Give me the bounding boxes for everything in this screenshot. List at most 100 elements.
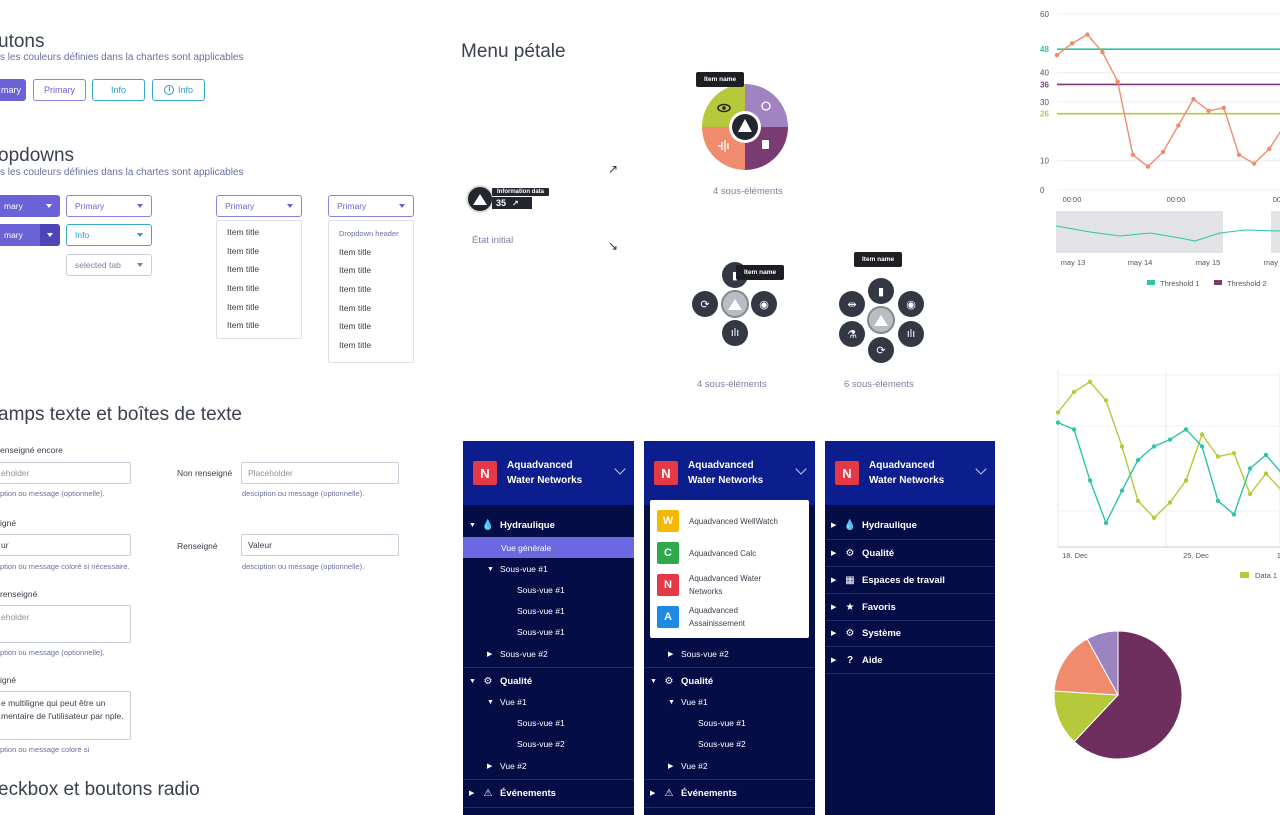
data-point	[1055, 410, 1061, 415]
info-outline-dropdown[interactable]: Info	[66, 224, 152, 246]
menu-item[interactable]: Item title	[217, 279, 301, 298]
menu-item[interactable]: Item title	[217, 260, 301, 279]
petal-center-button[interactable]	[721, 290, 749, 318]
menu-item[interactable]: Item title	[329, 317, 413, 336]
dropdown-open-2[interactable]: Primary	[328, 195, 414, 217]
field-label: renseigné	[0, 589, 38, 599]
legend-swatch	[1147, 280, 1155, 285]
sidebar-subitem[interactable]: Sous-vue #1	[644, 713, 815, 733]
dropdowns-section-title: opdowns	[0, 145, 75, 166]
sidebar-item-qualite[interactable]: ▶ ⚙ Qualité	[825, 545, 995, 561]
sidebar-item-vue-2[interactable]: ▶ Vue #2	[644, 756, 815, 776]
menu-item[interactable]: Item title	[329, 298, 413, 317]
sidebar-item-vue-1[interactable]: ▼ Vue #1	[463, 692, 634, 712]
sidebar-item-vue-1[interactable]: ▼ Vue #1	[644, 692, 815, 712]
waveform-icon[interactable]: ılı	[898, 321, 924, 347]
buttons-section-title: utons	[0, 31, 45, 52]
chevron-down-icon[interactable]	[795, 463, 807, 475]
data-point	[1085, 32, 1090, 37]
sidebar-item-qualite[interactable]: ▼ ⚙ Qualité	[644, 673, 815, 689]
warning-icon: ⚠	[483, 787, 493, 799]
eye-icon[interactable]: ◉	[898, 291, 924, 317]
menu-item[interactable]: Item title	[217, 316, 301, 335]
data-point	[1176, 123, 1181, 128]
primary-outline-dropdown[interactable]: Primary	[66, 195, 152, 217]
split-dropdown-primary-1[interactable]: mary	[0, 195, 60, 217]
menu-item[interactable]: Item title	[217, 297, 301, 316]
app-item-calc[interactable]: C Aquadvanced Calc	[650, 537, 809, 569]
selected-tab-dropdown[interactable]: selected tab	[66, 254, 152, 276]
sidebar-subitem[interactable]: Sous-vue #1	[463, 713, 634, 733]
legend-label: Threshold 2	[1227, 279, 1267, 288]
sidebar-item-vue-2[interactable]: ▶ Vue #2	[463, 756, 634, 776]
sidebar-collapsed: N Aquadvanced Water Networks ▶ 💧 Hydrauliqu…	[825, 441, 995, 815]
petal-menu-expanded[interactable]	[700, 82, 790, 172]
sidebar-item-evenements[interactable]: ▶ ⚠ Événements	[644, 785, 815, 801]
menu-item[interactable]: Item title	[329, 336, 413, 355]
app-item-assainissement[interactable]: A Aquadvanced Assainissement	[650, 601, 809, 633]
navigator-tick-label: may 14	[1128, 258, 1153, 267]
flask-icon[interactable]: ⚗	[839, 321, 865, 347]
sidebar-header[interactable]: N Aquadvanced Water Networks	[463, 441, 634, 505]
menu-item[interactable]: Item title	[217, 242, 301, 261]
navigator-tick-label: may 1	[1264, 258, 1280, 267]
app-item-water-networks[interactable]: N Aquadvanced Water Networks	[650, 569, 809, 601]
textarea-empty[interactable]: eholder	[0, 605, 131, 643]
sidebar-subitem[interactable]: Sous-vue #2	[463, 734, 634, 754]
chevron-down-icon[interactable]	[975, 463, 987, 475]
recycle-icon[interactable]: ⟳	[868, 337, 894, 363]
gear-icon: ⚙	[483, 675, 493, 687]
menu-item[interactable]: Item title	[329, 280, 413, 299]
sidebar-item-label: Vue #2	[681, 761, 708, 771]
eye-icon[interactable]: ◉	[751, 291, 777, 317]
data-point	[1215, 454, 1221, 459]
info-icon-button[interactable]: Info	[152, 79, 205, 101]
primary-filled-button[interactable]: mary	[0, 79, 26, 101]
dropdown-open-1[interactable]: Primary	[216, 195, 302, 217]
recycle-icon[interactable]: ⟳	[692, 291, 718, 317]
split-dropdown-label: mary	[4, 230, 23, 240]
text-input-empty[interactable]: eholder	[0, 462, 131, 484]
waveform-icon[interactable]: ılı	[722, 320, 748, 346]
sidebar-item-sous-vue-2[interactable]: ▶ Sous-vue #2	[644, 644, 815, 664]
drop-icon: 💧	[481, 519, 495, 531]
chevron-down-icon[interactable]	[614, 463, 626, 475]
sidebar-item-sous-vue-2[interactable]: ▶ Sous-vue #2	[463, 644, 634, 664]
text-input-placeholder[interactable]: Placeholder	[241, 462, 399, 484]
navigator-tick-label: may 15	[1196, 258, 1221, 267]
menu-item[interactable]: Item title	[329, 261, 413, 280]
sidebar-subitem[interactable]: Sous-vue #1	[463, 580, 634, 600]
petal-caption-top: 4 sous-éléments	[713, 186, 783, 197]
sidebar-subitem[interactable]: Sous-vue #1	[463, 622, 634, 642]
sidebar-item-sous-vue-1[interactable]: ▼ Sous-vue #1	[463, 559, 634, 579]
petal-initial-state[interactable]	[466, 185, 494, 213]
sidebar-item-systeme[interactable]: ▶ ⚙ Système	[825, 625, 995, 641]
sidebar-subitem[interactable]: Sous-vue #2	[644, 734, 815, 754]
field-label: igné	[0, 675, 17, 685]
sidebar-item-espaces[interactable]: ▶ ▦ Espaces de travail	[825, 572, 995, 588]
menu-item[interactable]: Item title	[217, 223, 301, 242]
pipe-icon[interactable]: ⇹	[839, 291, 865, 317]
sidebar-item-vue-generale[interactable]: Vue générale	[463, 537, 634, 558]
bin-icon[interactable]: ▮	[868, 278, 894, 304]
info-outline-button[interactable]: Info	[92, 79, 145, 101]
sidebar-item-hydraulique[interactable]: ▶ 💧 Hydraulique	[825, 517, 995, 533]
app-item-wellwatch[interactable]: W Aquadvanced WellWatch	[650, 505, 809, 537]
sidebar-item-qualite[interactable]: ▼ ⚙ Qualité	[463, 673, 634, 689]
textarea-filled[interactable]: e multiligne qui peut être un mentaire d…	[0, 691, 131, 740]
menu-item[interactable]: Item title	[329, 243, 413, 262]
sidebar-item-hydraulique[interactable]: ▼ 💧 Hydraulique	[463, 517, 634, 533]
sidebar-item-favoris[interactable]: ▶ ★ Favoris	[825, 599, 995, 615]
caret-right-icon: ▶	[831, 657, 837, 664]
petal-center-button[interactable]	[867, 306, 895, 334]
text-input-filled[interactable]: ur	[0, 534, 131, 556]
sidebar-header[interactable]: N Aquadvanced Water Networks	[825, 441, 995, 505]
text-input-value[interactable]: Valeur	[241, 534, 399, 556]
split-dropdown-primary-2[interactable]: mary	[0, 224, 60, 246]
sidebar-subitem[interactable]: Sous-vue #1	[463, 601, 634, 621]
sidebar-item-evenements[interactable]: ▶ ⚠ Événements	[463, 785, 634, 801]
data-point	[1054, 52, 1060, 58]
sidebar-header[interactable]: N Aquadvanced Water Networks	[644, 441, 815, 505]
primary-outline-button[interactable]: Primary	[33, 79, 86, 101]
sidebar-item-aide[interactable]: ▶? Aide	[825, 652, 995, 668]
